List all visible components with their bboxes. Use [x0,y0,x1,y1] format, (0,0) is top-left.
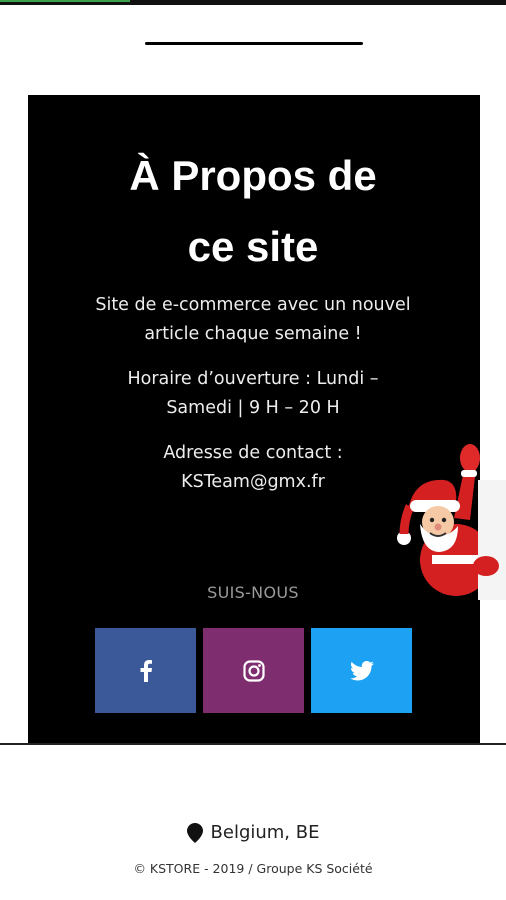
santa-decoration [397,444,506,600]
facebook-button[interactable] [95,628,196,713]
description-text: Site de e-commerce avec un nouvel articl… [95,295,411,344]
follow-us-label: SUIS-NOUS [207,583,299,602]
instagram-icon [242,659,265,682]
about-title-line2: ce site [187,223,319,270]
about-title-line1: À Propos de [129,152,377,199]
location-text: Belgium, BE [210,822,320,843]
footer-divider [0,743,506,745]
location: Belgium, BE [0,822,506,843]
about-title: À Propos de ce site [0,140,506,282]
opening-hours-text: Horaire d’ouverture : Lundi – Samedi | 9… [127,369,379,418]
twitter-button[interactable] [311,628,412,713]
section-divider [145,42,363,45]
about-description: Site de e-commerce avec un nouvel articl… [0,291,506,349]
map-pin-icon [186,822,203,843]
facebook-icon [140,659,152,682]
copyright-text: © KSTORE - 2019 / Groupe KS Société [133,861,373,876]
contact-address-text: Adresse de contact : KSTeam@gmx.fr [163,443,343,492]
opening-hours: Horaire d’ouverture : Lundi – Samedi | 9… [0,365,506,423]
twitter-icon [349,660,374,680]
top-strip-accent [0,0,130,2]
instagram-button[interactable] [203,628,304,713]
